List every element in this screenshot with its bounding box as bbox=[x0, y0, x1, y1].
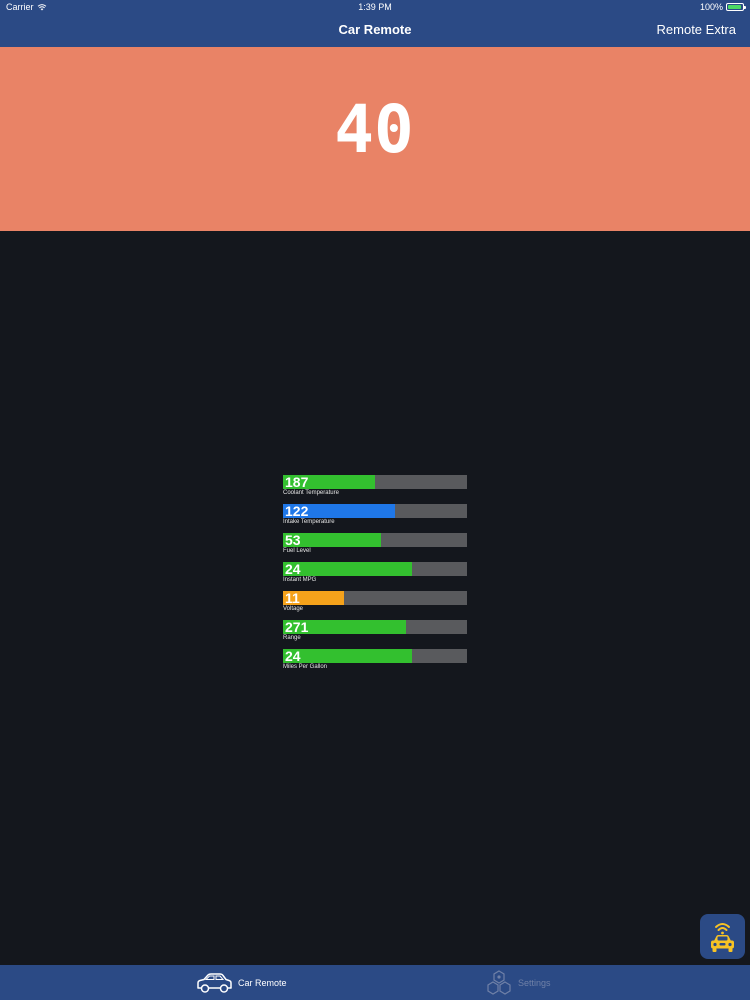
gauge-track: 271 bbox=[283, 619, 467, 635]
remote-extra-button[interactable]: Remote Extra bbox=[657, 22, 736, 37]
gauge-value: 271 bbox=[285, 619, 309, 635]
remote-app-button[interactable] bbox=[700, 914, 745, 959]
tab-settings[interactable]: Settings bbox=[485, 965, 551, 1000]
status-time: 1:39 PM bbox=[358, 2, 392, 12]
battery-percent: 100% bbox=[699, 2, 723, 12]
gauge-track: 24 bbox=[283, 561, 467, 577]
gauge-track: 11 bbox=[283, 590, 467, 606]
tab-settings-label: Settings bbox=[518, 977, 551, 988]
gauge-row: 271 Range bbox=[283, 619, 467, 649]
tab-car-remote[interactable]: Car Remote bbox=[195, 965, 287, 1000]
gauge-track: 24 bbox=[283, 648, 467, 664]
gauge-label: Fuel Level bbox=[283, 548, 311, 554]
gauge-row: 122 Intake Temperature bbox=[283, 503, 467, 533]
gauge-label: Voltage bbox=[283, 606, 304, 612]
gauge-value: 24 bbox=[285, 561, 301, 577]
speed-display: 40 bbox=[334, 91, 413, 168]
gauge-label: Miles Per Gallon bbox=[283, 664, 328, 670]
speed-banner: 40 bbox=[0, 47, 750, 231]
tab-bar: Car Remote Settings bbox=[0, 965, 750, 1000]
status-bar: Carrier 1:39 PM 100% bbox=[0, 0, 750, 14]
status-battery: 100% bbox=[699, 2, 746, 12]
hexagons-icon bbox=[487, 969, 511, 995]
gauge-value: 122 bbox=[285, 503, 309, 519]
gauge-fill bbox=[283, 649, 412, 663]
gauge-list: 187 Coolant Temperature 122 Intake Temperat… bbox=[283, 474, 467, 678]
gauge-track: 53 bbox=[283, 532, 467, 548]
tab-car-remote-label: Car Remote bbox=[238, 977, 287, 988]
gauge-value: 187 bbox=[285, 474, 309, 490]
gauge-value: 53 bbox=[285, 532, 301, 548]
gauge-label: Coolant Temperature bbox=[283, 490, 339, 496]
gauge-value: 24 bbox=[285, 648, 301, 664]
nav-title: Car Remote bbox=[338, 22, 412, 37]
gauge-label: Instant MPG bbox=[283, 577, 317, 583]
remote-car-icon bbox=[711, 923, 734, 952]
gauge-track: 122 bbox=[283, 503, 467, 519]
gauge-row: 24 Miles Per Gallon bbox=[283, 648, 467, 678]
speed-value: 40 bbox=[334, 91, 413, 168]
gauge-label: Intake Temperature bbox=[283, 519, 335, 525]
car-remote-screen: Carrier 1:39 PM 100% Car Remote Remote E… bbox=[0, 0, 750, 1000]
header: Carrier 1:39 PM 100% Car Remote Remote E… bbox=[0, 0, 750, 47]
gauge-row: 53 Fuel Level bbox=[283, 532, 467, 562]
gauge-label: Range bbox=[283, 635, 301, 641]
gauge-row: 24 Instant MPG bbox=[283, 561, 467, 591]
gauge-row: 187 Coolant Temperature bbox=[283, 474, 467, 504]
gauge-fill bbox=[283, 562, 412, 576]
gauge-value: 11 bbox=[285, 590, 300, 606]
gauge-track: 187 bbox=[283, 474, 467, 490]
battery-icon bbox=[726, 3, 746, 11]
gauge-row: 11 Voltage bbox=[283, 590, 467, 620]
car-icon bbox=[197, 972, 232, 993]
